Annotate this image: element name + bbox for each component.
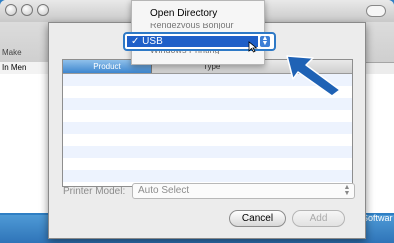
- add-button[interactable]: Add: [292, 210, 345, 227]
- list-row[interactable]: [63, 170, 352, 182]
- list-row[interactable]: [63, 146, 352, 158]
- stepper-arrows-icon: ▲ ▼: [343, 184, 351, 197]
- list-row[interactable]: [63, 122, 352, 134]
- left-column: [0, 74, 49, 213]
- printer-model-value: Auto Select: [138, 185, 190, 196]
- toolbar-make-label[interactable]: Make: [2, 48, 22, 57]
- toolbar-pill-icon[interactable]: [366, 5, 386, 17]
- checkmark-icon: ✓: [131, 36, 140, 47]
- list-row[interactable]: [63, 98, 352, 110]
- right-column: [364, 74, 394, 213]
- software-label: Softwar: [362, 213, 393, 223]
- menu-item-open-directory[interactable]: Open Directory: [132, 8, 264, 19]
- cancel-button[interactable]: Cancel: [229, 210, 286, 227]
- printer-model-select[interactable]: Auto Select ▲ ▼: [132, 183, 355, 199]
- zoom-light-icon[interactable]: [37, 4, 49, 16]
- callout-arrow-icon: [286, 55, 341, 97]
- mouse-cursor-icon: [248, 41, 258, 53]
- minimize-light-icon[interactable]: [21, 4, 33, 16]
- stepper-arrows-icon: ▲ ▼: [260, 35, 270, 47]
- menu-item-partial[interactable]: Rendezvous Bonjour: [132, 23, 264, 29]
- usb-label: USB: [142, 36, 163, 47]
- printer-model-label: Printer Model:: [63, 186, 126, 197]
- close-light-icon[interactable]: [5, 4, 17, 16]
- usb-selected-row[interactable]: ✓ USB: [127, 36, 258, 47]
